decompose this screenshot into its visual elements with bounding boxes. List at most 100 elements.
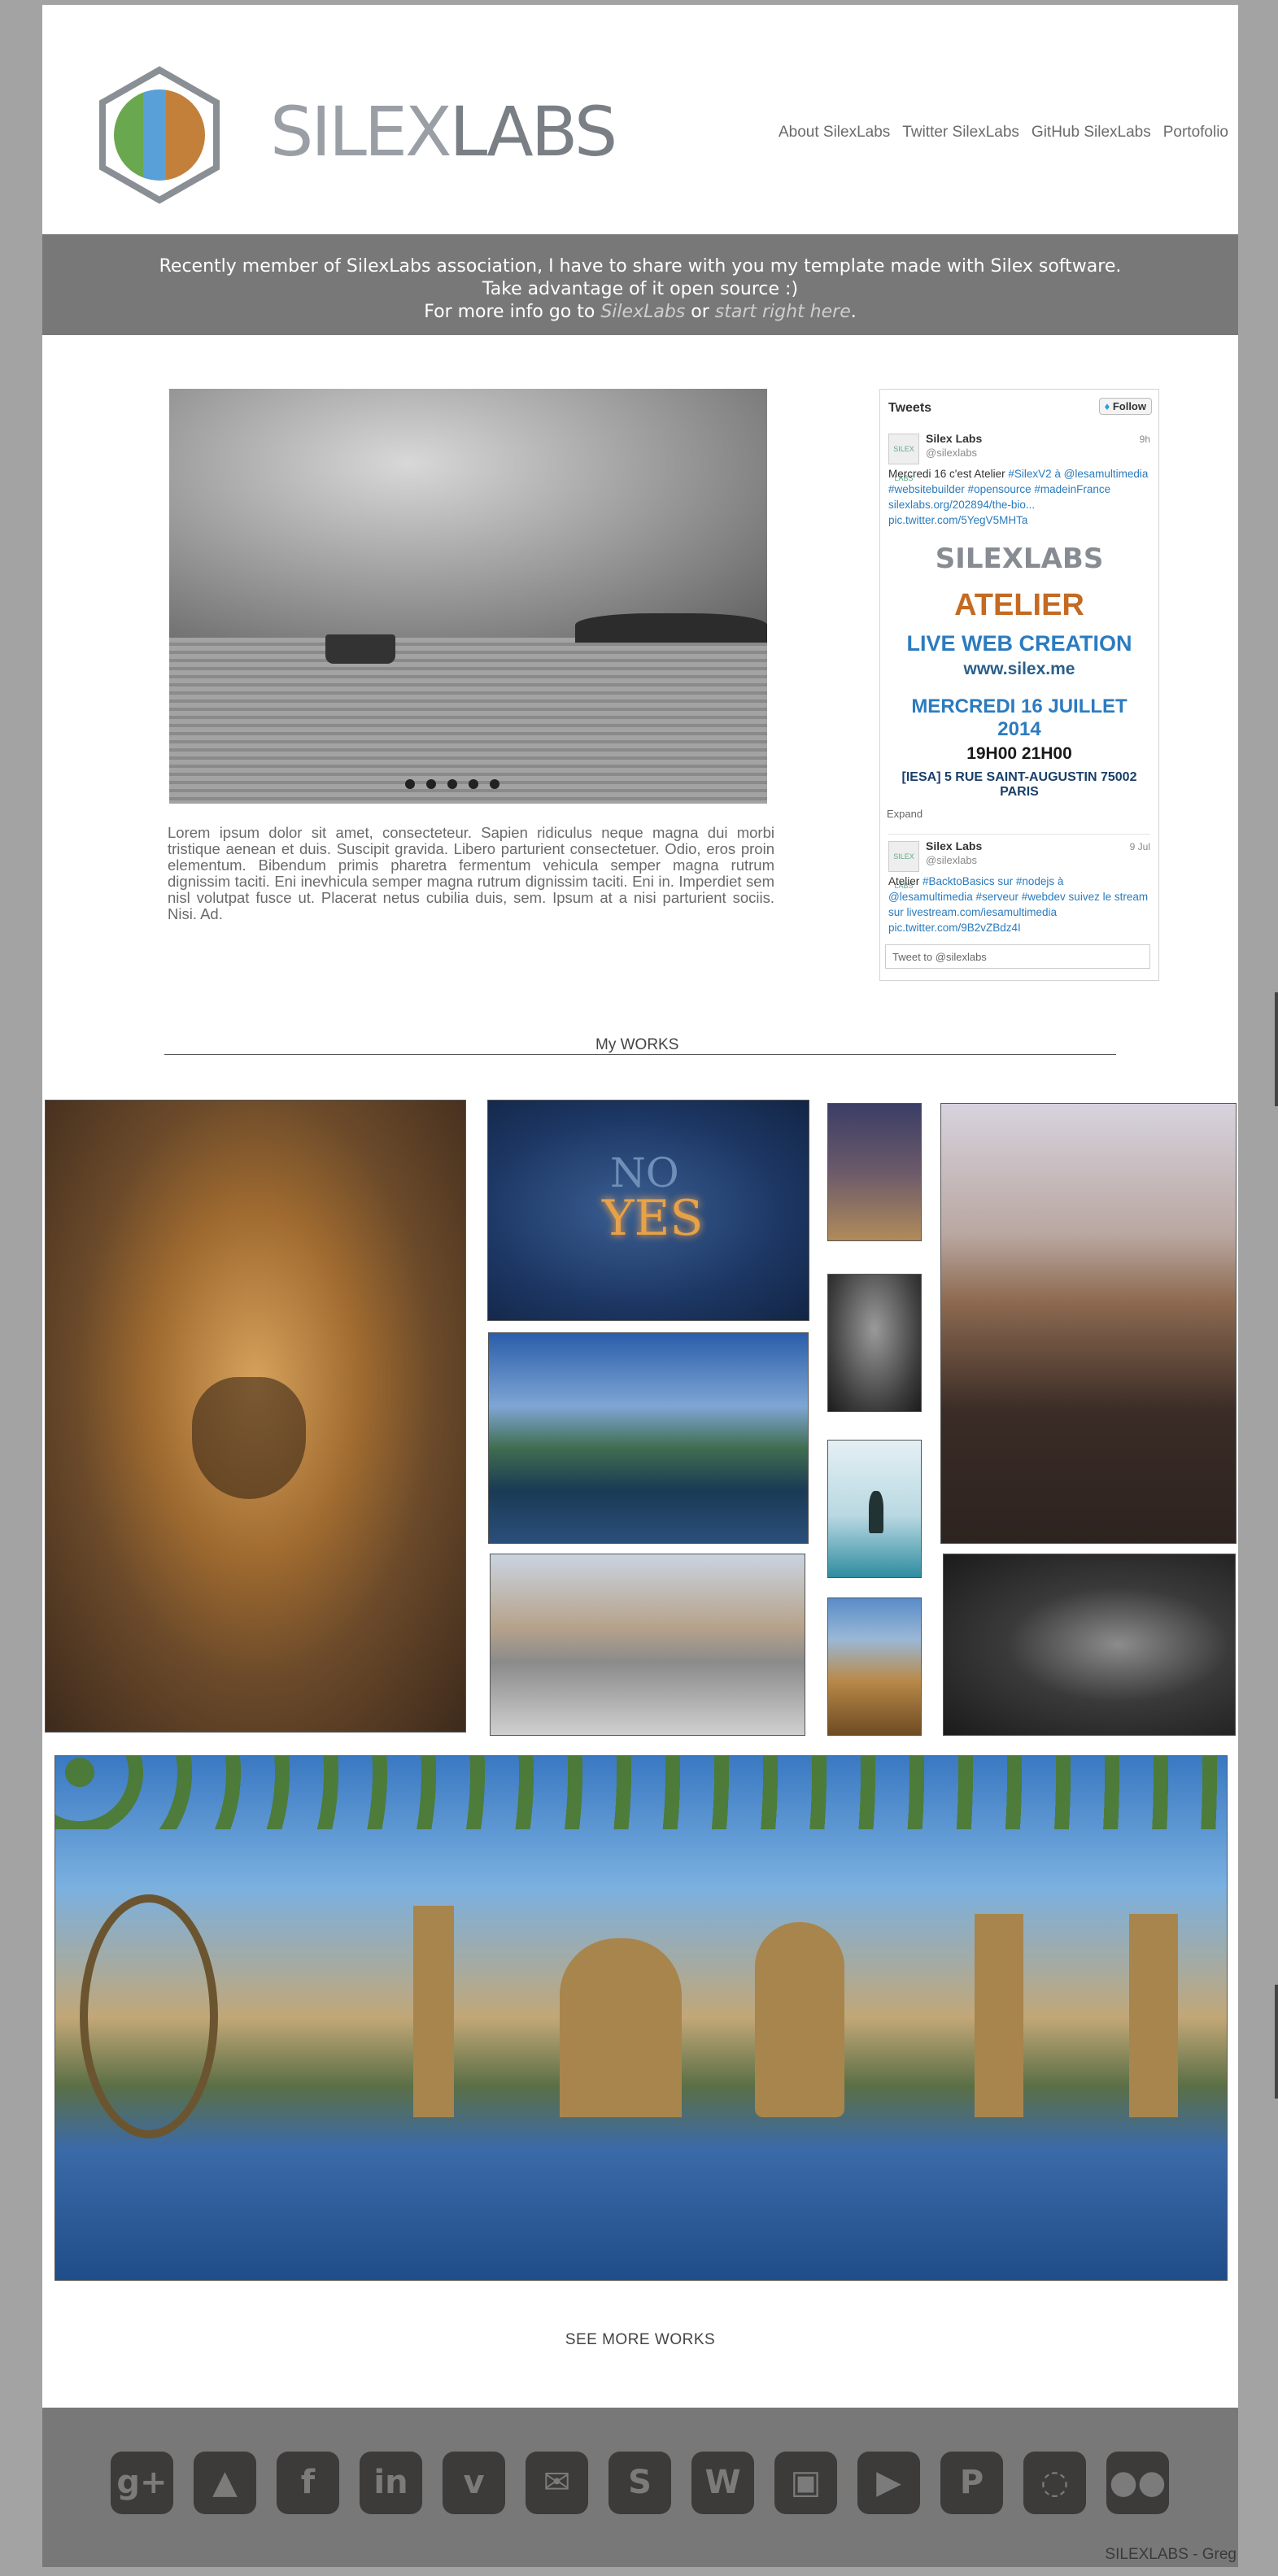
follow-button[interactable]: ♦ Follow [1098, 398, 1152, 415]
tweet-text-links[interactable]: #BacktoBasics sur #nodejs à @lesamultime… [888, 875, 1148, 934]
follow-label: Follow [1112, 400, 1146, 412]
nav-about[interactable]: About SilexLabs [779, 124, 890, 142]
tweet-author[interactable]: Silex Labs [926, 839, 982, 852]
top-nav: About SilexLabs Twitter SilexLabs GitHub… [779, 124, 1228, 142]
work-lake-image[interactable] [488, 1332, 809, 1544]
twitter-widget: Tweets ♦ Follow SILEX LABS Silex Labs @s… [879, 389, 1159, 981]
info-banner: Recently member of SilexLabs association… [42, 234, 1238, 335]
nav-github[interactable]: GitHub SilexLabs [1032, 124, 1151, 142]
scrollbar-marker[interactable] [1275, 992, 1278, 1106]
tweet-time[interactable]: 9h [1140, 434, 1150, 445]
logo-wordmark: SILEXLABS [270, 98, 617, 166]
logo-text-silex: SILEX [270, 92, 452, 172]
work-portrait-image[interactable] [827, 1274, 922, 1412]
expand-link[interactable]: Expand [887, 808, 923, 820]
slide-trees [575, 613, 767, 643]
banner-line-2: Take advantage of it open source :) [482, 279, 799, 299]
work-neon-image[interactable]: NO YES [487, 1100, 809, 1321]
london-gherkin [755, 1922, 844, 2117]
tweet-handle[interactable]: @silexlabs [926, 854, 977, 866]
tweet-text-plain: Atelier [888, 875, 923, 887]
flickr-icon[interactable]: ●● [1106, 2452, 1169, 2514]
poster-live: LIVE WEB CREATION [906, 631, 1132, 656]
avatar[interactable]: SILEX LABS [888, 841, 919, 890]
footer-credit: SILEXLABS - Greg [1105, 2546, 1237, 2563]
work-city-image[interactable] [827, 1103, 922, 1241]
twitter-icon[interactable]: ✉ [526, 2452, 588, 2514]
london-tower-bridge-right [1129, 1914, 1178, 2117]
tweet-handle[interactable]: @silexlabs [926, 447, 977, 459]
work-london-image[interactable] [55, 1755, 1228, 2281]
london-tower-bridge-left [975, 1914, 1023, 2117]
google-plus-icon[interactable]: g+ [111, 2452, 173, 2514]
facebook-icon[interactable]: f [277, 2452, 339, 2514]
slider-dots [405, 779, 499, 789]
silexlabs-link[interactable]: SilexLabs [600, 302, 685, 322]
behance-icon[interactable]: ▲ [194, 2452, 256, 2514]
tweet-text: Atelier #BacktoBasics sur #nodejs à @les… [888, 874, 1150, 935]
silexlabs-logo-icon [99, 66, 220, 204]
tweet[interactable]: SILEX LABS Silex Labs @silexlabs 9 Jul A… [888, 834, 1150, 935]
twitter-bird-icon: ♦ [1104, 400, 1113, 412]
slide-boat [325, 634, 395, 664]
poster-atelier: ATELIER [954, 588, 1084, 622]
neon-yes-text: YES [602, 1190, 704, 1247]
tweet-author[interactable]: Silex Labs [926, 432, 982, 445]
slider-dot[interactable] [469, 779, 478, 789]
tweet-text-plain: Mercredi 16 c'est Atelier [888, 468, 1009, 480]
poster-logo: SILEXLABS [935, 543, 1104, 575]
slider-dot[interactable] [405, 779, 415, 789]
london-big-ben [413, 1906, 454, 2117]
instagram-icon[interactable]: ▣ [774, 2452, 837, 2514]
avatar[interactable]: SILEX LABS [888, 434, 919, 482]
works-title: My WORKS [594, 1036, 681, 1054]
silexlabs-logo[interactable]: SILEXLABS [89, 65, 617, 205]
scrollbar-marker[interactable] [1275, 1985, 1278, 2099]
works-divider [164, 1054, 1116, 1055]
image-slider[interactable] [169, 389, 767, 804]
nav-portfolio[interactable]: Portofolio [1163, 124, 1228, 142]
works-heading: My WORKS [164, 1036, 1116, 1057]
poster-hours: 19H00 21H00 [966, 744, 1072, 763]
pinterest-icon[interactable]: P [940, 2452, 1003, 2514]
dribbble-icon[interactable]: ◌ [1023, 2452, 1086, 2514]
poster-site: www.silex.me [963, 660, 1075, 678]
linkedin-icon[interactable]: in [360, 2452, 422, 2514]
london-dome [560, 1938, 682, 2117]
tweet[interactable]: SILEX LABS Silex Labs @silexlabs 9h Merc… [888, 432, 1150, 530]
poster-date: MERCREDI 16 JUILLET 2014 [911, 695, 1128, 740]
work-street-image[interactable] [490, 1554, 805, 1736]
tweet-time[interactable]: 9 Jul [1130, 841, 1150, 852]
page: SILEXLABS About SilexLabs Twitter SilexL… [42, 5, 1238, 2567]
vimeo-icon[interactable]: v [443, 2452, 505, 2514]
poster-address: [IESA] 5 RUE SAINT-AUGUSTIN 75002 PARIS [901, 770, 1137, 799]
slider-dot[interactable] [447, 779, 457, 789]
nav-twitter[interactable]: Twitter SilexLabs [902, 124, 1019, 142]
work-lion-image[interactable] [45, 1100, 466, 1733]
wordpress-icon[interactable]: W [691, 2452, 754, 2514]
tweet-input[interactable]: Tweet to @silexlabs [885, 944, 1150, 969]
youtube-icon[interactable]: ▶ [857, 2452, 920, 2514]
tweet-text: Mercredi 16 c'est Atelier #SilexV2 à @le… [888, 466, 1150, 528]
banner-or: or [685, 302, 715, 322]
slider-dot[interactable] [426, 779, 436, 789]
logo-text-labs: LABS [449, 92, 618, 172]
banner-line-1: Recently member of SilexLabs association… [159, 256, 1122, 277]
london-leaves [55, 1756, 1227, 1829]
start-here-link[interactable]: start right here [715, 302, 851, 322]
tweet-poster-image[interactable]: SILEXLABS ATELIER LIVE WEB CREATION www.… [888, 536, 1150, 799]
tweets-title: Tweets [888, 401, 932, 415]
banner-suffix: . [850, 302, 857, 322]
work-sunset-image[interactable] [940, 1103, 1237, 1544]
footer: g+ ▲ f in v ✉ S W ▣ ▶ P ◌ ●● SILEXLABS -… [42, 2408, 1238, 2567]
work-rock-image[interactable] [827, 1440, 922, 1578]
banner-prefix: For more info go to [424, 302, 601, 322]
slide-sky [169, 389, 767, 638]
work-leopard-image[interactable] [943, 1554, 1236, 1736]
slider-dot[interactable] [490, 779, 499, 789]
see-more-works-link[interactable]: SEE MORE WORKS [42, 2331, 1238, 2349]
social-icons: g+ ▲ f in v ✉ S W ▣ ▶ P ◌ ●● [111, 2452, 1169, 2514]
skype-icon[interactable]: S [608, 2452, 671, 2514]
intro-paragraph: Lorem ipsum dolor sit amet, consecteteur… [168, 824, 774, 922]
work-ruins-image[interactable] [827, 1597, 922, 1736]
